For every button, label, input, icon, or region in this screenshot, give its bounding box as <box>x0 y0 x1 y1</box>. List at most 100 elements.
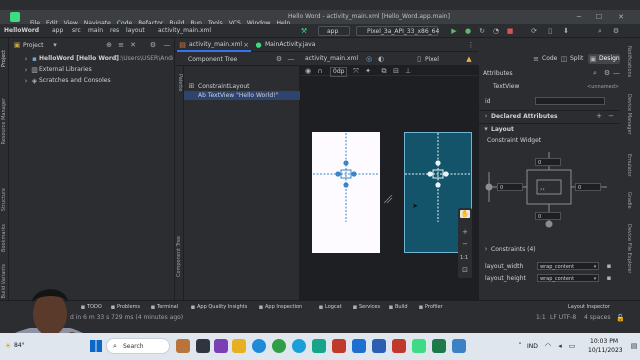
view-design-button[interactable]: ▣ Design <box>588 54 620 64</box>
tree-item[interactable]: › ◈ Scratches and Consoles <box>9 76 175 86</box>
tool-structure[interactable]: Structure <box>1 188 7 211</box>
taskbar-app-icon[interactable] <box>352 339 366 353</box>
minimize-icon[interactable]: ─ <box>574 13 584 21</box>
battery-icon[interactable]: ▭ <box>568 342 576 350</box>
breadcrumb-item[interactable]: layout <box>126 24 145 38</box>
run-icon[interactable]: ▶ <box>450 27 458 35</box>
zoom-in-icon[interactable]: + <box>460 228 470 236</box>
wifi-icon[interactable]: ◠ <box>544 342 552 350</box>
zoom-ratio[interactable]: 1:1 <box>460 254 468 262</box>
hide-icon[interactable]: — <box>163 41 171 49</box>
volume-icon[interactable]: ◂ <box>556 342 564 350</box>
weather-widget[interactable]: ☀ 84° <box>4 339 28 353</box>
eye-icon[interactable]: ◉ <box>304 67 312 75</box>
taskbar-app-icon[interactable] <box>392 339 406 353</box>
chevron-up-icon[interactable]: ˄ <box>516 342 524 350</box>
expand-icon[interactable]: ✕ <box>129 41 137 49</box>
apply-changes-icon[interactable]: ↻ <box>478 27 486 35</box>
align-icon[interactable]: ⊟ <box>392 67 400 75</box>
design-file-select[interactable]: activity_main.xml <box>303 54 361 64</box>
tab-main-activity[interactable]: ● MainActivity.java <box>253 38 323 52</box>
device-select-label[interactable]: Pixel <box>425 56 439 64</box>
palette-tab[interactable]: Palette <box>177 74 183 91</box>
constraints-section[interactable]: › Constraints (4) <box>479 244 621 254</box>
tool-gradle[interactable]: Gradle <box>626 192 632 209</box>
hide-icon[interactable]: — <box>613 69 620 77</box>
gear-icon[interactable]: ⚙ <box>275 55 283 63</box>
pack-icon[interactable]: ⧉ <box>380 67 388 75</box>
taskbar-app-icon[interactable] <box>432 339 446 353</box>
lock-icon[interactable]: 🔓 <box>616 314 625 322</box>
resource-picker-icon[interactable]: ▪ <box>605 262 613 270</box>
search-icon[interactable]: ⌕ <box>591 69 599 77</box>
more-icon[interactable]: ⋮ <box>467 41 475 49</box>
search-everywhere-icon[interactable]: ⌕ <box>596 27 604 35</box>
debug-icon[interactable]: ● <box>464 27 472 35</box>
indent-setting[interactable]: 4 spaces <box>584 314 610 322</box>
clear-constraints-icon[interactable]: ⤧ <box>352 67 360 75</box>
resize-handle[interactable] <box>383 194 393 204</box>
tool-project[interactable]: Project <box>1 50 7 67</box>
view-split-button[interactable]: ◫ Split <box>560 54 586 64</box>
clock-time[interactable]: 10:03 PM <box>590 338 618 346</box>
profile-icon[interactable]: ◔ <box>492 27 500 35</box>
tool-device-manager[interactable]: Device Manager <box>626 94 632 135</box>
taskbar-search[interactable]: ⌕ Search <box>106 338 170 354</box>
fit-screen-icon[interactable]: ⊡ <box>460 266 470 274</box>
remove-icon[interactable]: − <box>607 112 615 120</box>
taskbar-app-icon[interactable] <box>196 339 210 353</box>
taskbar-app-icon[interactable] <box>312 339 326 353</box>
clock-date[interactable]: 10/11/2023 <box>588 347 623 355</box>
stop-icon[interactable]: ■ <box>506 27 514 35</box>
breadcrumb-file[interactable]: activity_main.xml <box>158 24 211 38</box>
pan-hand-icon[interactable]: ✋ <box>460 210 470 218</box>
taskbar-app-icon[interactable] <box>232 339 246 353</box>
close-icon[interactable]: ✕ <box>616 13 626 21</box>
gear-icon[interactable]: ⚙ <box>603 69 611 77</box>
add-icon[interactable]: ⊕ <box>105 41 113 49</box>
tree-item[interactable]: › ▪ HelloWord [Hello Word] C:\Users\USER… <box>9 54 175 64</box>
sdk-manager-icon[interactable]: ⬇ <box>562 27 570 35</box>
hide-icon[interactable]: — <box>287 55 295 63</box>
breadcrumb-item[interactable]: src <box>72 24 81 38</box>
settings-icon[interactable]: ⚙ <box>612 27 620 35</box>
layout-inspector-tool[interactable]: Layout Inspector <box>568 303 610 311</box>
hammer-icon[interactable]: ⚒ <box>300 27 308 35</box>
close-tab-icon[interactable]: × <box>243 41 249 49</box>
taskbar-app-icon[interactable] <box>176 339 190 353</box>
night-mode-icon[interactable]: ◐ <box>377 55 385 63</box>
layout-width-select[interactable]: wrap_content ▾ <box>537 262 599 270</box>
tree-item[interactable]: › ▥ External Libraries <box>9 65 175 75</box>
infer-constraints-icon[interactable]: ✦ <box>364 67 372 75</box>
sync-icon[interactable]: ⟳ <box>530 27 538 35</box>
notification-icon[interactable]: ▤ <box>630 342 638 350</box>
chrome-icon[interactable] <box>272 339 286 353</box>
tool-emulator[interactable]: Emulator <box>626 154 632 177</box>
margin-left-field[interactable]: 0 <box>497 183 523 191</box>
tool-bookmarks[interactable]: Bookmarks <box>1 224 7 252</box>
edge-icon[interactable] <box>252 339 266 353</box>
start-button[interactable] <box>90 340 102 352</box>
layout-height-select[interactable]: wrap_content ▾ <box>537 274 599 282</box>
declared-attributes-section[interactable]: › Declared Attributes + − <box>479 110 621 120</box>
add-icon[interactable]: + <box>595 112 603 120</box>
warning-icon[interactable]: ▲ <box>465 55 473 63</box>
tree-item-constraint[interactable]: ⊞ ConstraintLayout <box>184 82 300 91</box>
device-manager-icon[interactable]: ▯ <box>546 27 554 35</box>
taskbar-app-icon[interactable] <box>452 339 466 353</box>
taskbar-app-icon[interactable] <box>332 339 346 353</box>
margin-bottom-field[interactable]: 0 <box>535 212 561 220</box>
collapse-icon[interactable]: ≡ <box>117 41 125 49</box>
tool-resource-manager[interactable]: Resource Manager <box>1 98 7 144</box>
android-studio-icon[interactable] <box>412 339 426 353</box>
guidelines-icon[interactable]: ⊥ <box>404 67 412 75</box>
taskbar-app-icon[interactable] <box>292 339 306 353</box>
input-language[interactable]: IND <box>527 343 538 351</box>
layout-section[interactable]: ▾ Layout <box>479 123 621 133</box>
breadcrumb-item[interactable]: main <box>88 24 103 38</box>
run-config-select[interactable]: app <box>318 26 350 36</box>
breadcrumb-project[interactable]: HelloWord <box>4 24 39 38</box>
word-icon[interactable] <box>372 339 386 353</box>
margin-top-field[interactable]: 0 <box>535 158 561 166</box>
resource-picker-icon[interactable]: ▪ <box>605 274 613 282</box>
